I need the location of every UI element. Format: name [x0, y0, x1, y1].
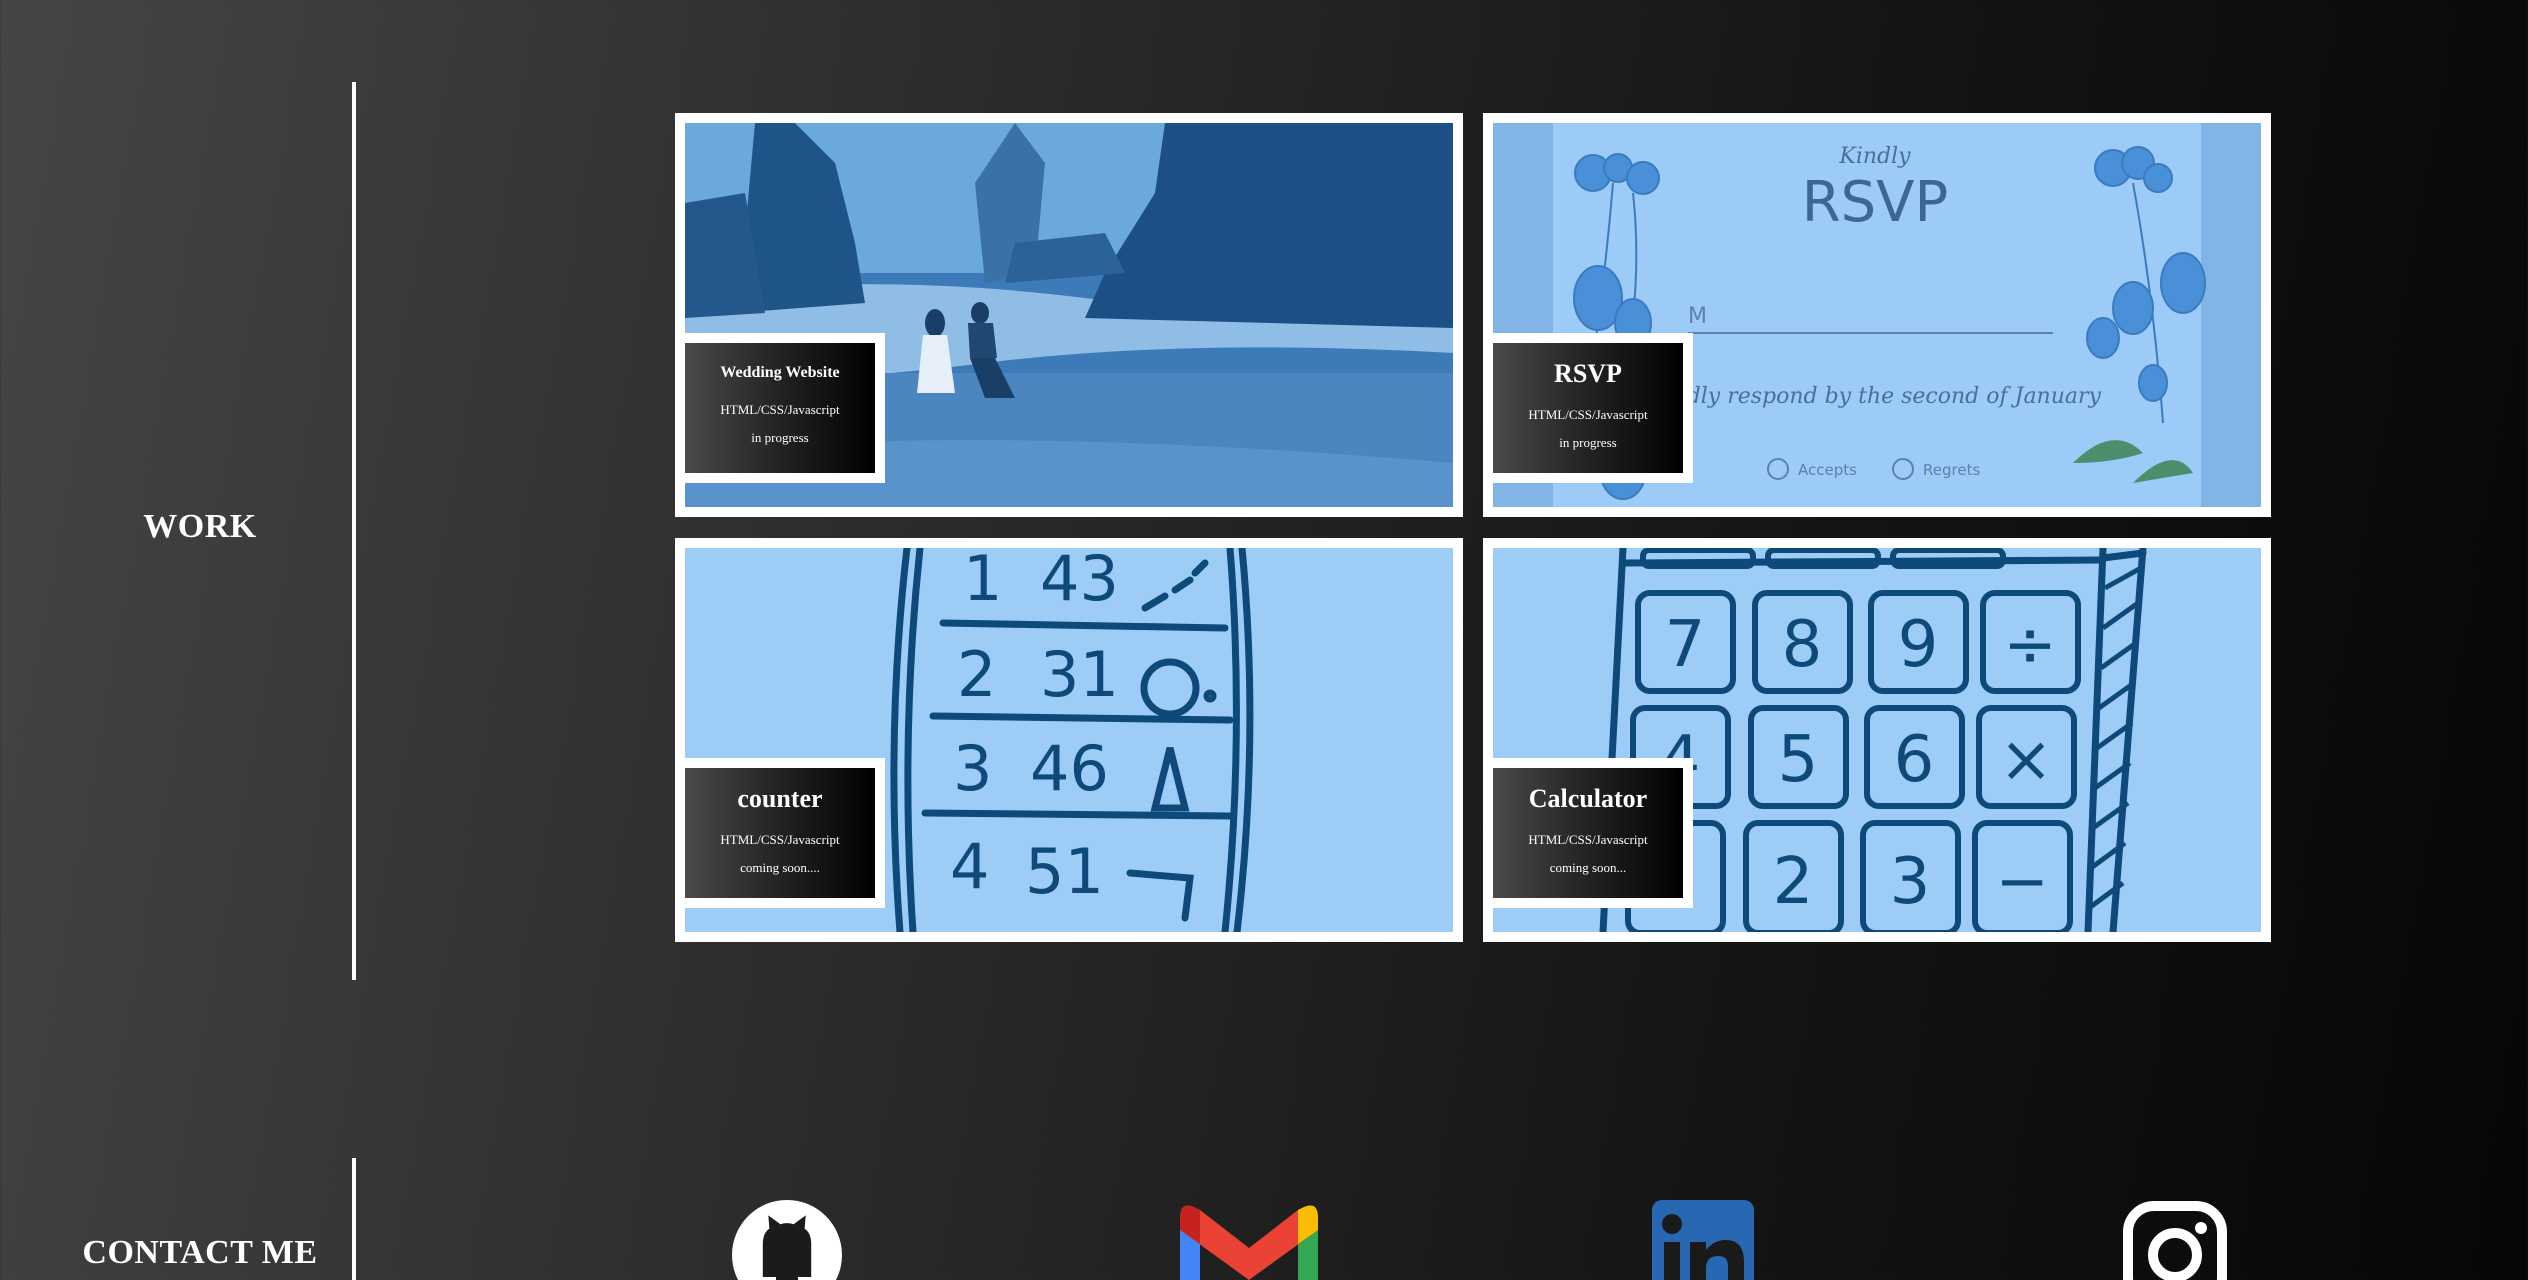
project-status: in progress — [751, 430, 809, 445]
svg-text:×: × — [1999, 723, 2053, 797]
svg-text:7: 7 — [1665, 608, 1706, 682]
project-tech: HTML/CSS/Javascript — [720, 402, 840, 417]
project-status: coming soon... — [1549, 860, 1627, 875]
gmail-icon[interactable] — [1180, 1200, 1318, 1280]
svg-text:31: 31 — [1040, 638, 1119, 711]
svg-text:46: 46 — [1030, 732, 1109, 805]
contact-divider — [352, 1158, 356, 1280]
svg-text:4: 4 — [950, 830, 989, 903]
svg-text:1: 1 — [963, 548, 1002, 615]
rsvp-accepts-text: Accepts — [1798, 461, 1857, 479]
project-status: in progress — [1559, 435, 1617, 450]
project-tech: HTML/CSS/Javascript — [1528, 407, 1648, 422]
linkedin-icon[interactable] — [1652, 1200, 1754, 1280]
contact-section-title: CONTACT ME — [82, 1234, 318, 1271]
work-section-title: WORK — [143, 508, 257, 545]
rsvp-respond-text: Kindly respond by the second of January — [1648, 384, 2102, 409]
work-divider — [352, 82, 356, 980]
rsvp-kindly-text: Kindly — [1838, 144, 1911, 169]
rsvp-name-initial: M — [1688, 304, 1707, 329]
svg-text:9: 9 — [1898, 608, 1939, 682]
svg-text:3: 3 — [953, 732, 992, 805]
project-card-rsvp[interactable]: Kindly RSVP M Kindly respond by the seco… — [1483, 113, 2271, 517]
project-tech: HTML/CSS/Javascript — [1528, 832, 1648, 847]
rsvp-heading-text: RSVP — [1802, 170, 1949, 235]
rsvp-regrets-text: Regrets — [1923, 461, 1980, 479]
svg-text:8: 8 — [1782, 608, 1823, 682]
svg-text:6: 6 — [1894, 723, 1935, 797]
project-title: Wedding Website — [720, 364, 840, 381]
svg-text:51: 51 — [1025, 835, 1104, 908]
svg-text:−: − — [1995, 845, 2049, 919]
project-card-calculator[interactable]: 7 8 9 ÷ 4 5 6 × 1 2 3 − Calculator HTML/… — [1483, 538, 2271, 942]
project-card-counter[interactable]: 1 43 2 31 3 46 4 51 counter HTML/CSS/Jav… — [675, 538, 1463, 942]
svg-text:2: 2 — [1773, 845, 1814, 919]
svg-text:5: 5 — [1778, 723, 1819, 797]
project-caption: Calculator HTML/CSS/Javascript coming so… — [1493, 758, 1693, 908]
project-card-wedding[interactable]: Wedding Website HTML/CSS/Javascript in p… — [675, 113, 1463, 517]
project-title: RSVP — [1554, 359, 1622, 388]
svg-text:3: 3 — [1890, 845, 1931, 919]
project-caption: Wedding Website HTML/CSS/Javascript in p… — [685, 333, 885, 483]
project-tech: HTML/CSS/Javascript — [720, 832, 840, 847]
project-status: coming soon.... — [740, 860, 820, 875]
instagram-icon[interactable] — [2122, 1200, 2228, 1280]
svg-text:2: 2 — [957, 638, 996, 711]
project-caption: counter HTML/CSS/Javascript coming soon.… — [685, 758, 885, 908]
project-caption: RSVP HTML/CSS/Javascript in progress — [1493, 333, 1693, 483]
svg-text:÷: ÷ — [2003, 608, 2057, 682]
project-title: counter — [737, 784, 823, 813]
project-title: Calculator — [1528, 784, 1648, 813]
svg-text:43: 43 — [1040, 548, 1119, 615]
github-icon[interactable] — [732, 1200, 842, 1280]
